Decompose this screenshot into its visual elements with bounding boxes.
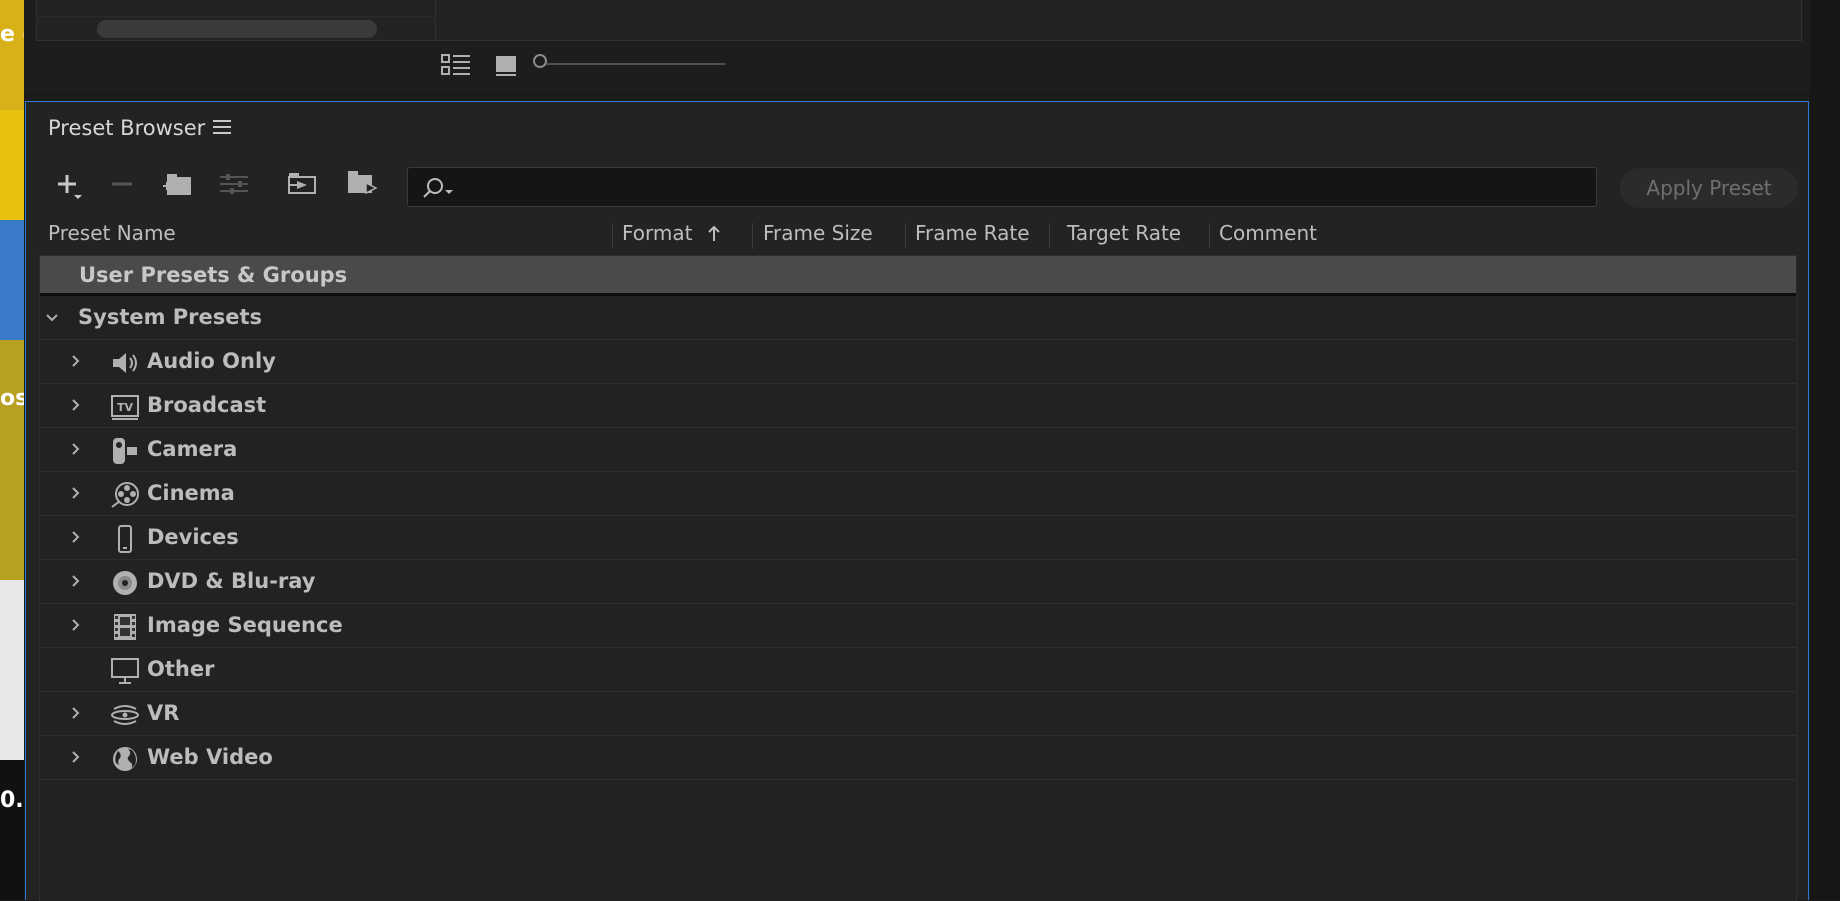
chevron-down-icon[interactable] — [44, 310, 60, 326]
search-input[interactable] — [458, 172, 1582, 204]
zoom-slider-knob[interactable] — [533, 54, 547, 68]
tree-item-label: DVD & Blu-ray — [147, 569, 316, 593]
project-panel-remnant — [24, 0, 1810, 92]
tree-row-devices[interactable]: Devices — [40, 516, 1796, 560]
export-preset-icon[interactable] — [344, 167, 380, 201]
column-divider[interactable] — [612, 223, 613, 249]
zoom-slider-track[interactable] — [540, 63, 725, 65]
column-divider[interactable] — [905, 223, 906, 249]
tree-row-cinema[interactable]: Cinema — [40, 472, 1796, 516]
column-header-format-label: Format — [622, 221, 693, 245]
background-image-segment — [0, 220, 24, 340]
background-window-strip: e c os 0. — [0, 0, 24, 900]
chevron-right-icon[interactable] — [68, 353, 84, 369]
system-presets-group-row[interactable]: System Presets — [40, 296, 1796, 340]
speaker-icon — [113, 353, 137, 373]
chevron-right-icon[interactable] — [68, 397, 84, 413]
background-text-fragment: e c — [0, 22, 24, 47]
tree-row-audio-only[interactable]: Audio Only — [40, 340, 1796, 384]
camera-icon — [113, 438, 137, 464]
tv-icon: TV — [111, 395, 139, 420]
new-group-icon[interactable] — [159, 167, 195, 201]
column-header-frame-size[interactable]: Frame Size — [763, 221, 873, 251]
tree-item-label: Broadcast — [147, 393, 267, 417]
column-header-preset-name[interactable]: Preset Name — [48, 221, 176, 251]
disc-icon — [113, 571, 137, 595]
tree-item-label: Image Sequence — [147, 613, 343, 637]
tree-item-label: Devices — [147, 525, 239, 549]
column-header-comment[interactable]: Comment — [1219, 221, 1317, 251]
column-header-frame-rate[interactable]: Frame Rate — [915, 221, 1030, 251]
project-list-area — [37, 0, 436, 40]
project-panel-content — [36, 0, 1802, 41]
chevron-right-icon[interactable] — [68, 749, 84, 765]
right-edge-strip — [1810, 0, 1840, 900]
chevron-right-icon[interactable] — [68, 573, 84, 589]
background-image-segment — [0, 760, 24, 900]
chevron-right-icon[interactable] — [68, 529, 84, 545]
tree-row-other[interactable]: Other — [40, 648, 1796, 692]
user-presets-group-label: User Presets & Groups — [79, 263, 348, 287]
preset-browser-panel: Preset Browser Apply Preset Preset Name … — [25, 101, 1809, 901]
globe-icon — [113, 747, 137, 771]
search-dropdown-icon[interactable] — [421, 176, 457, 204]
preset-tree: User Presets & Groups System Presets Aud… — [39, 255, 1797, 901]
tree-row-vr[interactable]: VR — [40, 692, 1796, 736]
chevron-right-icon[interactable] — [68, 441, 84, 457]
tree-item-label: Camera — [147, 437, 238, 461]
tree-row-camera[interactable]: Camera — [40, 428, 1796, 472]
chevron-right-icon[interactable] — [68, 617, 84, 633]
user-presets-group-row[interactable]: User Presets & Groups — [40, 256, 1796, 296]
background-text-fragment: os — [0, 386, 24, 411]
vr-headset-icon — [111, 705, 139, 725]
search-box[interactable] — [407, 167, 1597, 207]
monitor-icon — [111, 658, 139, 684]
background-text-fragment: 0. — [0, 788, 24, 813]
remove-preset-icon[interactable] — [109, 167, 135, 201]
system-presets-group-label: System Presets — [78, 305, 263, 329]
tree-item-label: Web Video — [147, 745, 273, 769]
import-preset-icon[interactable] — [285, 167, 321, 201]
chevron-right-icon[interactable] — [68, 705, 84, 721]
background-image-segment — [0, 0, 24, 110]
tree-row-web-video[interactable]: Web Video — [40, 736, 1796, 780]
column-header-target-rate[interactable]: Target Rate — [1067, 221, 1181, 251]
tree-item-label: Cinema — [147, 481, 235, 505]
background-image-segment — [0, 580, 24, 760]
column-divider[interactable] — [1209, 223, 1210, 249]
film-reel-icon — [111, 482, 139, 508]
preset-settings-icon[interactable] — [216, 167, 252, 201]
background-image-segment — [0, 340, 24, 580]
column-divider[interactable] — [752, 223, 753, 249]
panel-title: Preset Browser — [48, 116, 206, 140]
tree-row-dvd-bluray[interactable]: DVD & Blu-ray — [40, 560, 1796, 604]
hamburger-menu-icon[interactable] — [213, 120, 231, 134]
column-header-format[interactable]: Format — [622, 221, 721, 251]
tree-row-image-sequence[interactable]: Image Sequence — [40, 604, 1796, 648]
icon-view-icon[interactable] — [495, 54, 517, 78]
chevron-right-icon[interactable] — [68, 485, 84, 501]
column-divider[interactable] — [1049, 223, 1050, 249]
add-preset-icon[interactable] — [54, 167, 86, 201]
filmstrip-icon — [114, 614, 136, 640]
horizontal-scrollbar[interactable] — [97, 20, 377, 38]
tree-row-broadcast[interactable]: TV Broadcast — [40, 384, 1796, 428]
tree-item-label: Audio Only — [147, 349, 276, 373]
project-list-row — [37, 0, 435, 17]
tree-item-label: VR — [147, 701, 180, 725]
tree-item-label: Other — [147, 657, 215, 681]
apply-preset-button[interactable]: Apply Preset — [1620, 168, 1798, 208]
sort-ascending-icon — [707, 223, 721, 247]
phone-icon — [118, 525, 132, 553]
list-view-icon[interactable] — [440, 52, 472, 78]
background-image-segment — [0, 110, 24, 220]
svg-text:TV: TV — [117, 401, 134, 414]
